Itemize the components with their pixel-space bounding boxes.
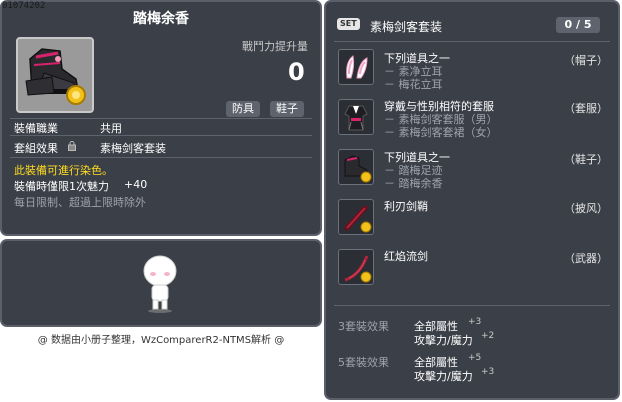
set-effect-stat-value: +3 [481,367,495,377]
set-title: 素梅剑客套装 [370,20,443,34]
set-item-category: （披风） [564,202,608,215]
tag-shoes: 鞋子 [270,101,304,117]
set-effect-stat-value: +2 [481,331,495,341]
power-label: 戰鬥力提升量 [242,40,308,53]
job-value: 共用 [100,122,122,135]
set-count: 0 / 5 [556,17,600,33]
divider [334,305,610,306]
set-effect-stat-name: 攻擊力/魔力 [414,370,473,383]
set-effect-stat-value: +3 [468,317,482,327]
set-item-line: － 素净立耳 [384,65,443,78]
ears-icon [346,55,368,79]
time-charm-label: 裝備時僅限1次魅力 [14,180,109,193]
set-badge: SET [337,18,360,30]
set-effect-label: 套組效果 [14,142,58,155]
set-item-line: － 踏梅余香 [384,177,443,190]
set-item-text: 穿戴与性别相符的套服 － 素梅剑客套服（男） － 素梅剑客套裙（女） [384,100,498,139]
set-item-line: － 梅花立耳 [384,78,443,91]
sword-icon [344,255,372,283]
set-item-line: 下列道具之一 [384,151,450,164]
set-item-ears [338,49,374,85]
set-item-category: （鞋子） [564,153,608,166]
shoe-icon [344,155,372,183]
set-effect-3-label: 3套裝效果 [338,320,389,333]
character-avatar [143,255,177,313]
footer-text: @ 数据由小册子整理，WzComparerR2-NTMS解析 @ [37,335,285,346]
set-item-outfit [338,99,374,135]
outfit-icon [344,105,368,131]
time-charm-value: +40 [124,178,148,191]
scabbard-icon [344,205,372,233]
set-item-text: 下列道具之一 － 素净立耳 － 梅花立耳 [384,52,450,91]
set-item-shoes [338,149,374,185]
set-item-text: 利刃剑鞘 [384,200,428,213]
divider [334,41,610,42]
set-item-scabbard [338,199,374,235]
set-item-category: （武器） [564,252,608,265]
set-item-line: 利刃剑鞘 [384,200,428,213]
set-item-line: 红焰流剑 [384,250,428,263]
set-item-line: － 踏梅足迹 [384,164,443,177]
tag-armor: 防具 [226,101,260,117]
item-icon-frame [16,37,94,113]
shoe-icon [25,48,86,105]
set-effect-5-label: 5套裝效果 [338,356,389,369]
power-value: 0 [288,58,305,86]
set-item-line: － 素梅剑客套裙（女） [384,126,498,139]
set-item-line: 穿戴与性别相符的套服 [384,100,494,113]
divider [10,135,312,136]
set-item-text: 下列道具之一 － 踏梅足迹 － 踏梅余香 [384,151,450,190]
divider [10,157,312,158]
set-item-sword [338,249,374,285]
divider [10,118,312,119]
item-name: 踏梅余香 [133,11,189,27]
set-item-line: － 素梅剑客套服（男） [384,113,498,126]
set-effect-stat-value: +5 [468,353,482,363]
set-item-line: 下列道具之一 [384,52,450,65]
lock-icon [68,141,76,151]
daily-limit-text: 每日限制、超過上限時除外 [14,196,146,209]
set-effect-value: 素梅剑客套装 [100,142,166,155]
job-label: 裝備職業 [14,122,58,135]
set-item-text: 红焰流剑 [384,250,428,263]
dye-text: 此裝備可進行染色。 [14,164,113,177]
set-item-category: （套服） [564,102,608,115]
set-effect-stat-name: 攻擊力/魔力 [414,334,473,347]
set-item-category: （帽子） [564,54,608,67]
